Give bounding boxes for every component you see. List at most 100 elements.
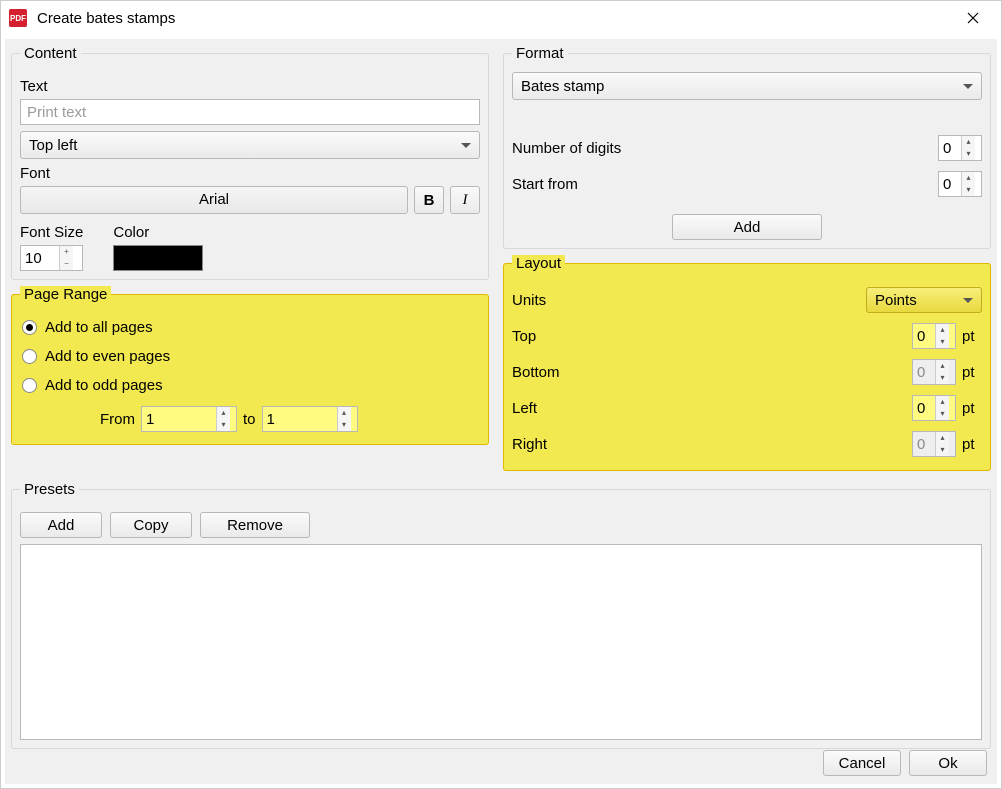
bottom-label: Bottom	[512, 364, 560, 381]
page-range-legend: Page Range	[20, 286, 111, 303]
radio-label: Add to all pages	[45, 319, 153, 336]
spin-down-icon[interactable]: ▾	[962, 148, 975, 160]
presets-list[interactable]	[20, 544, 982, 740]
content-legend: Content	[20, 45, 81, 62]
spin-up-icon[interactable]: ▴	[217, 407, 230, 419]
presets-group: Presets Add Copy Remove	[11, 481, 991, 749]
bottom-spinner: ▴▾	[912, 359, 956, 385]
spin-up-icon[interactable]: ▴	[962, 172, 975, 184]
chevron-down-icon	[963, 298, 973, 303]
unit-suffix: pt	[962, 364, 982, 381]
font-size-label: Font Size	[20, 224, 83, 241]
spin-up-icon: ▴	[936, 432, 949, 444]
format-type-dropdown[interactable]: Bates stamp	[512, 72, 982, 100]
units-dropdown[interactable]: Points	[866, 287, 982, 313]
right-label: Right	[512, 436, 547, 453]
app-icon: PDF	[9, 9, 27, 27]
layout-group: Layout Units Points Top	[503, 255, 991, 471]
dialog-footer: Cancel Ok	[823, 750, 987, 776]
presets-add-button[interactable]: Add	[20, 512, 102, 538]
italic-button[interactable]: I	[450, 186, 480, 214]
to-label: to	[243, 411, 256, 428]
radio-label: Add to even pages	[45, 348, 170, 365]
digits-input[interactable]	[939, 136, 961, 160]
close-icon[interactable]	[953, 4, 993, 32]
to-spinner[interactable]: ▴▾	[262, 406, 358, 432]
top-input[interactable]	[913, 324, 935, 348]
start-input[interactable]	[939, 172, 961, 196]
start-spinner[interactable]: ▴▾	[938, 171, 982, 197]
spin-up-icon[interactable]: ▴	[936, 324, 949, 336]
from-label: From	[100, 411, 135, 428]
spin-up-icon[interactable]: ▴	[338, 407, 351, 419]
color-label: Color	[113, 224, 203, 241]
digits-spinner[interactable]: ▴▾	[938, 135, 982, 161]
titlebar: PDF Create bates stamps	[1, 1, 1001, 35]
spin-down-icon[interactable]: ▾	[338, 419, 351, 431]
spin-up-icon[interactable]: ▴	[936, 396, 949, 408]
layout-legend: Layout	[512, 255, 565, 272]
font-size-spinner[interactable]: +−	[20, 245, 83, 271]
left-label: Left	[512, 400, 537, 417]
font-size-input[interactable]	[21, 246, 59, 270]
top-label: Top	[512, 328, 536, 345]
ok-button[interactable]: Ok	[909, 750, 987, 776]
spin-up-icon[interactable]: ▴	[962, 136, 975, 148]
start-label: Start from	[512, 176, 578, 193]
unit-suffix: pt	[962, 400, 982, 417]
spin-up-icon: ▴	[936, 360, 949, 372]
bold-button[interactable]: B	[414, 186, 444, 214]
presets-copy-button[interactable]: Copy	[110, 512, 192, 538]
radio-icon	[22, 378, 37, 393]
spin-down-icon[interactable]: ▾	[936, 408, 949, 420]
radio-odd-pages[interactable]: Add to odd pages	[20, 371, 480, 400]
color-picker[interactable]	[113, 245, 203, 271]
spin-down-icon[interactable]: ▾	[936, 336, 949, 348]
units-label: Units	[512, 292, 546, 309]
presets-legend: Presets	[20, 481, 79, 498]
presets-remove-button[interactable]: Remove	[200, 512, 310, 538]
text-input[interactable]	[20, 99, 480, 125]
right-input	[913, 432, 935, 456]
page-range-group: Page Range Add to all pages Add to even …	[11, 286, 489, 445]
format-group: Format Bates stamp Number of digits ▴▾	[503, 45, 991, 249]
from-spinner[interactable]: ▴▾	[141, 406, 237, 432]
position-value: Top left	[29, 137, 77, 154]
left-spinner[interactable]: ▴▾	[912, 395, 956, 421]
bottom-input	[913, 360, 935, 384]
radio-all-pages[interactable]: Add to all pages	[20, 313, 480, 342]
position-dropdown[interactable]: Top left	[20, 131, 480, 159]
top-spinner[interactable]: ▴▾	[912, 323, 956, 349]
dialog-body: Content Text Top left Font Arial B I	[5, 39, 997, 784]
format-legend: Format	[512, 45, 568, 62]
cancel-button[interactable]: Cancel	[823, 750, 901, 776]
spin-down-icon[interactable]: −	[60, 258, 73, 270]
format-type-value: Bates stamp	[521, 78, 604, 95]
chevron-down-icon	[963, 84, 973, 89]
spin-down-icon: ▾	[936, 444, 949, 456]
radio-icon	[22, 320, 37, 335]
to-input[interactable]	[263, 407, 337, 431]
dialog-window: PDF Create bates stamps Content Text Top…	[0, 0, 1002, 789]
chevron-down-icon	[461, 143, 471, 148]
right-spinner: ▴▾	[912, 431, 956, 457]
window-title: Create bates stamps	[37, 10, 953, 27]
format-add-button[interactable]: Add	[672, 214, 822, 240]
radio-label: Add to odd pages	[45, 377, 163, 394]
spin-down-icon: ▾	[936, 372, 949, 384]
left-input[interactable]	[913, 396, 935, 420]
units-value: Points	[875, 292, 917, 309]
unit-suffix: pt	[962, 328, 982, 345]
spin-down-icon[interactable]: ▾	[962, 184, 975, 196]
font-label: Font	[20, 165, 480, 182]
digits-label: Number of digits	[512, 140, 621, 157]
unit-suffix: pt	[962, 436, 982, 453]
radio-even-pages[interactable]: Add to even pages	[20, 342, 480, 371]
radio-icon	[22, 349, 37, 364]
spin-down-icon[interactable]: ▾	[217, 419, 230, 431]
font-dropdown[interactable]: Arial	[20, 186, 408, 214]
spin-up-icon[interactable]: +	[60, 246, 73, 258]
from-input[interactable]	[142, 407, 216, 431]
content-group: Content Text Top left Font Arial B I	[11, 45, 489, 280]
text-label: Text	[20, 78, 480, 95]
